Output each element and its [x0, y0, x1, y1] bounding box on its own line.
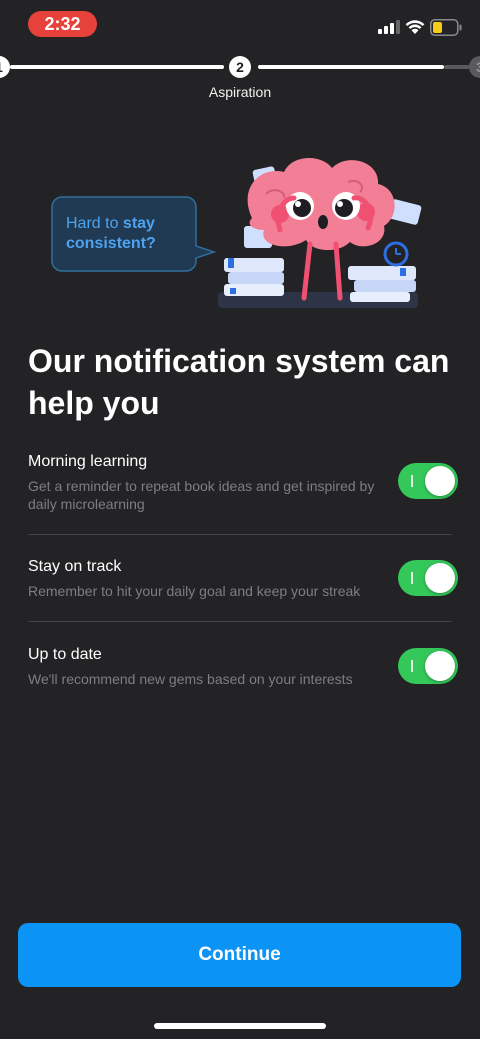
status-time: 2:32 — [28, 11, 97, 37]
step-connector-1 — [10, 65, 224, 69]
setting-description: Remember to hit your daily goal and keep… — [28, 583, 361, 599]
divider — [28, 534, 452, 535]
brain-illustration: ? Hard to stay consistent? — [48, 148, 428, 318]
speech-bubble-text: Hard to stay consistent? — [66, 214, 196, 254]
speech-bubble-text-plain: Hard to — [66, 215, 123, 232]
speech-bubble-text-bold: stay — [122, 215, 155, 232]
toggle-on-mark — [411, 572, 413, 584]
page-title: Our notification system can help you — [28, 343, 450, 421]
signal-icon — [378, 20, 400, 34]
divider — [28, 621, 452, 622]
setting-title: Up to date — [28, 646, 102, 663]
setting-description: Get a reminder to repeat book ideas and … — [28, 478, 375, 512]
setting-title: Morning learning — [28, 453, 148, 470]
continue-button[interactable]: Continue — [18, 923, 461, 987]
setting-stay-on-track: Stay on track Remember to hit your daily… — [28, 556, 452, 600]
toggle-on-mark — [411, 475, 413, 487]
up-to-date-toggle[interactable] — [398, 648, 458, 684]
speech-bubble-text-bold-2: consistent? — [66, 235, 156, 252]
toggle-knob — [425, 563, 455, 593]
stay-on-track-toggle[interactable] — [398, 560, 458, 596]
step-3-dot: 3 — [469, 56, 480, 78]
morning-learning-toggle[interactable] — [398, 463, 458, 499]
toggle-knob — [425, 651, 455, 681]
step-1-dot: 1 — [0, 56, 10, 78]
step-connector-2 — [258, 65, 444, 69]
wifi-icon — [405, 20, 425, 34]
setting-description: We'll recommend new gems based on your i… — [28, 671, 353, 687]
battery-icon — [430, 19, 462, 36]
step-label: Aspiration — [208, 84, 272, 100]
toggle-knob — [425, 466, 455, 496]
step-2-dot: 2 — [229, 56, 251, 78]
setting-title: Stay on track — [28, 558, 122, 575]
step-connector-2-remaining — [444, 65, 470, 69]
status-bar: 2:32 — [0, 0, 480, 48]
home-indicator — [154, 1023, 326, 1029]
setting-up-to-date: Up to date We'll recommend new gems base… — [28, 644, 452, 688]
toggle-on-mark — [411, 660, 413, 672]
setting-morning-learning: Morning learning Get a reminder to repea… — [28, 451, 452, 513]
